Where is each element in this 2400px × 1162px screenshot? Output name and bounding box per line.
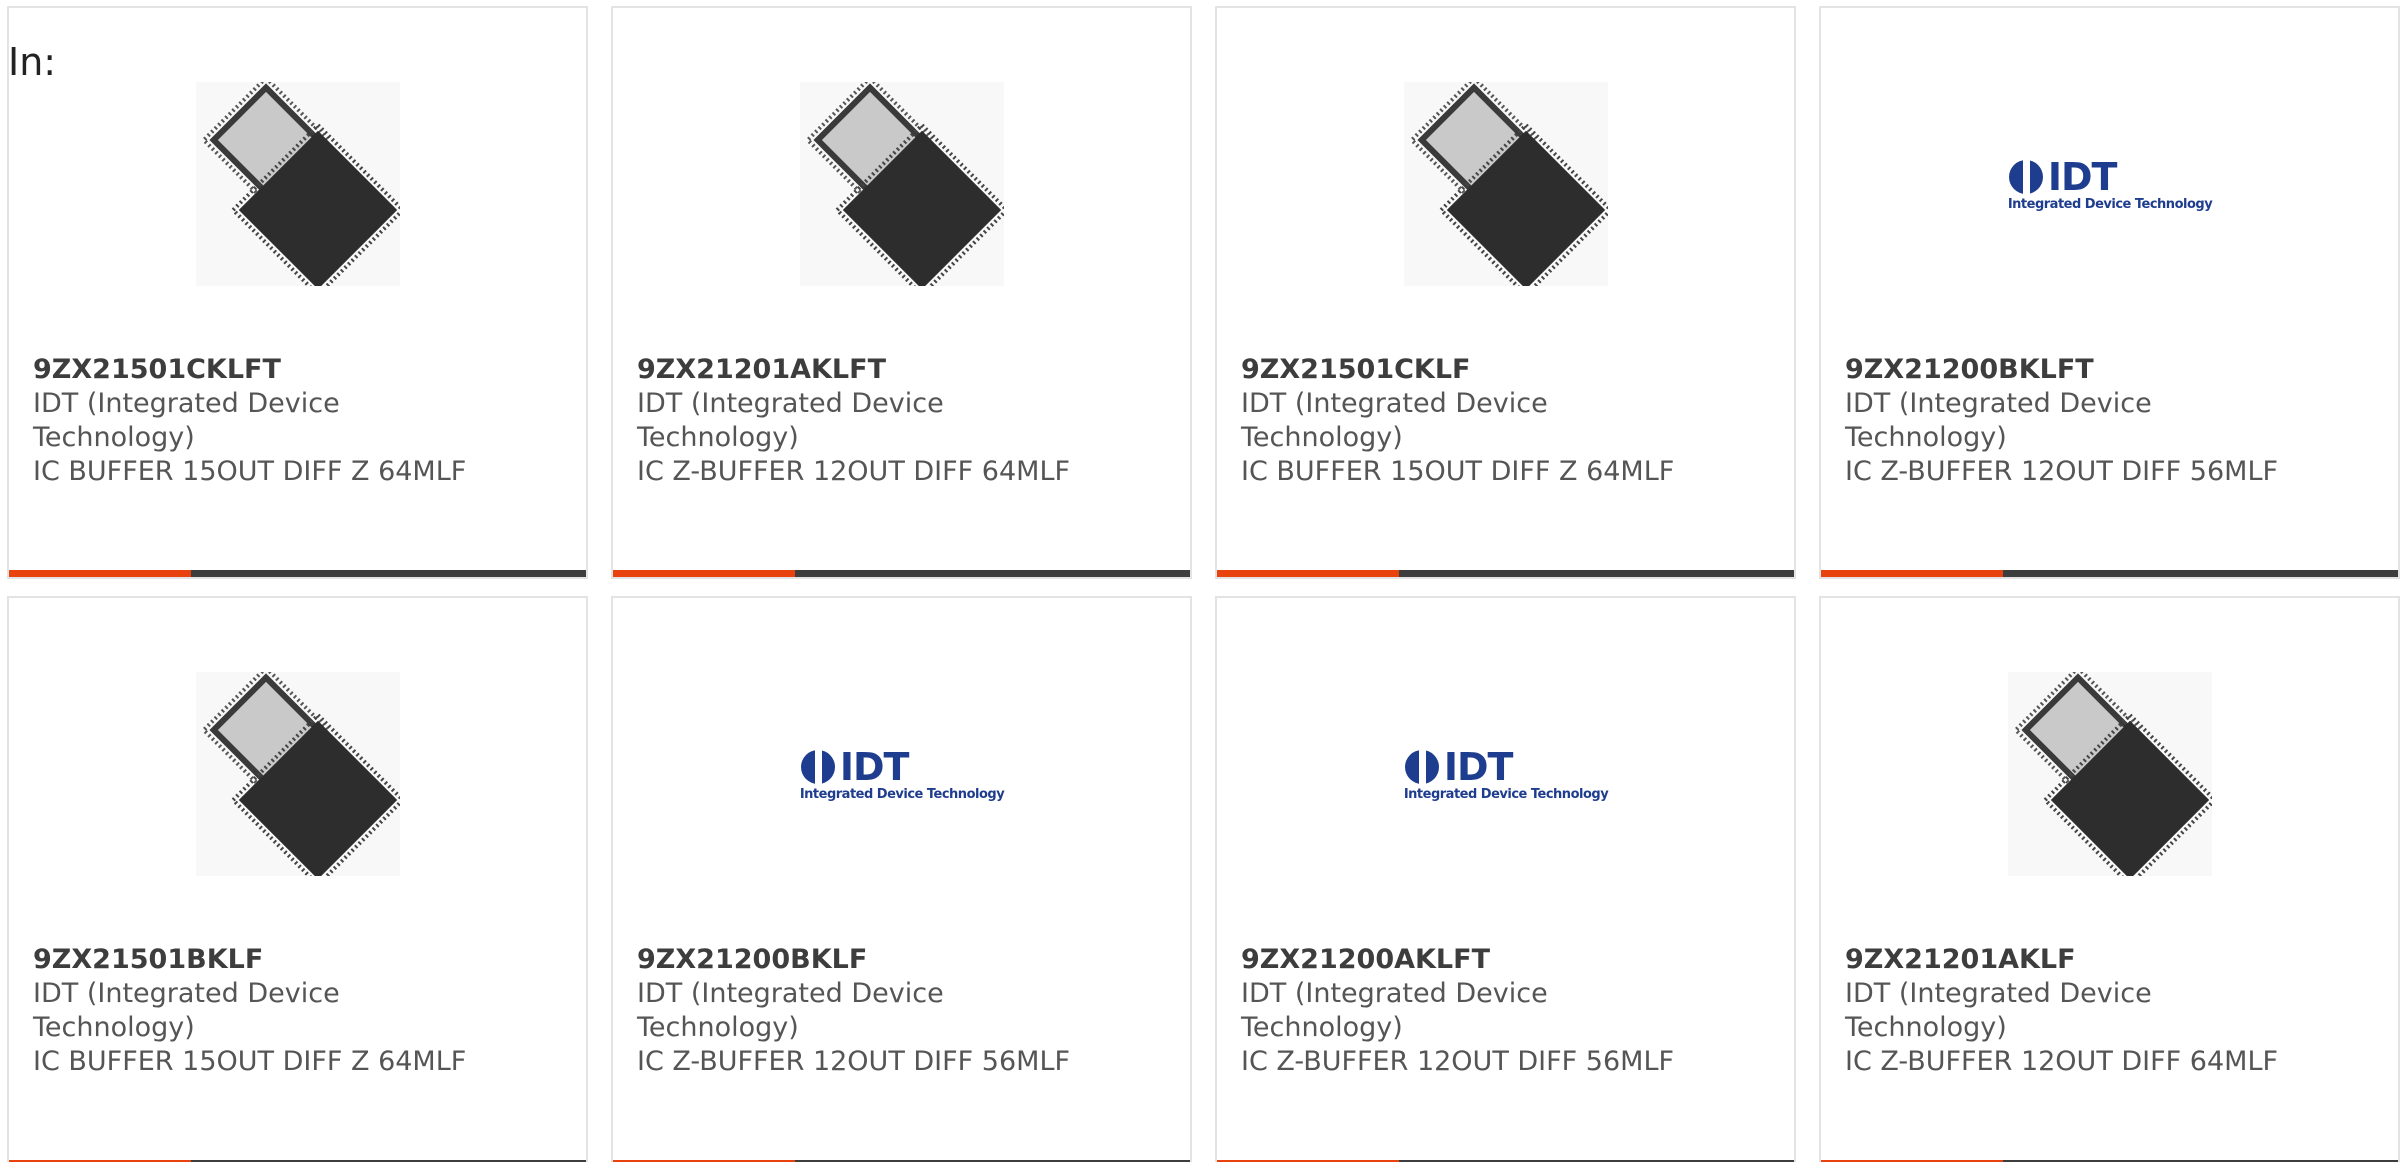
description: IC Z-BUFFER 12OUT DIFF 56MLF xyxy=(637,1046,1071,1077)
idt-logo: IDT Integrated Device Technology xyxy=(799,672,1005,876)
part-number[interactable]: 9ZX21200BKLFT xyxy=(1845,353,2374,387)
product-card[interactable]: 9ZX21501BKLF IDT (Integrated Device Tech… xyxy=(7,596,588,1162)
card-bottom-bar xyxy=(1217,570,1794,577)
logo-wordmark: IDT xyxy=(1443,744,1514,789)
part-number[interactable]: 9ZX21200AKLFT xyxy=(1241,943,1770,977)
manufacturer: IDT (Integrated Device Technology) xyxy=(637,978,944,1043)
logo-tagline: Integrated Device Technology xyxy=(1403,786,1609,802)
idt-emblem-icon xyxy=(1404,748,1439,785)
part-number[interactable]: 9ZX21201AKLFT xyxy=(637,353,1166,387)
product-card[interactable]: 9ZX21501CKLF IDT (Integrated Device Tech… xyxy=(1215,6,1796,579)
card-accent xyxy=(1217,570,1399,577)
manufacturer: IDT (Integrated Device Technology) xyxy=(1845,978,2152,1043)
page: 9ZX21501CKLFT IDT (Integrated Device Tec… xyxy=(0,0,2400,1162)
idt-emblem-icon xyxy=(2008,158,2043,195)
chip-image xyxy=(1404,82,1608,286)
description: IC BUFFER 15OUT DIFF Z 64MLF xyxy=(33,456,467,487)
part-number[interactable]: 9ZX21200BKLF xyxy=(637,943,1166,977)
manufacturer: IDT (Integrated Device Technology) xyxy=(33,978,340,1043)
logo-wordmark: IDT xyxy=(839,744,910,789)
filter-label: In: xyxy=(8,40,57,84)
chip-image xyxy=(2008,672,2212,876)
product-grid: 9ZX21501CKLFT IDT (Integrated Device Tec… xyxy=(0,0,2400,1162)
product-card[interactable]: IDT Integrated Device Technology 9ZX2120… xyxy=(1819,6,2400,579)
logo-tagline: Integrated Device Technology xyxy=(799,786,1005,802)
product-card[interactable]: 9ZX21501CKLFT IDT (Integrated Device Tec… xyxy=(7,6,588,579)
description: IC BUFFER 15OUT DIFF Z 64MLF xyxy=(33,1046,467,1077)
idt-logo-mark: IDT Integrated Device Technology xyxy=(2007,154,2213,212)
part-number[interactable]: 9ZX21501CKLFT xyxy=(33,353,562,387)
description: IC BUFFER 15OUT DIFF Z 64MLF xyxy=(1241,456,1675,487)
manufacturer: IDT (Integrated Device Technology) xyxy=(33,388,340,453)
logo-tagline: Integrated Device Technology xyxy=(2007,196,2213,212)
description: IC Z-BUFFER 12OUT DIFF 56MLF xyxy=(1241,1046,1675,1077)
description: IC Z-BUFFER 12OUT DIFF 64MLF xyxy=(1845,1046,2279,1077)
product-card[interactable]: 9ZX21201AKLFT IDT (Integrated Device Tec… xyxy=(611,6,1192,579)
part-number[interactable]: 9ZX21501BKLF xyxy=(33,943,562,977)
logo-wordmark: IDT xyxy=(2047,154,2118,199)
part-number[interactable]: 9ZX21201AKLF xyxy=(1845,943,2374,977)
part-number[interactable]: 9ZX21501CKLF xyxy=(1241,353,1770,387)
product-card[interactable]: IDT Integrated Device Technology 9ZX2120… xyxy=(611,596,1192,1162)
manufacturer: IDT (Integrated Device Technology) xyxy=(637,388,944,453)
idt-logo-mark: IDT Integrated Device Technology xyxy=(799,744,1005,802)
card-accent xyxy=(9,570,191,577)
idt-logo-mark: IDT Integrated Device Technology xyxy=(1403,744,1609,802)
chip-image xyxy=(800,82,1004,286)
idt-logo: IDT Integrated Device Technology xyxy=(2007,82,2213,286)
card-bottom-bar xyxy=(613,570,1190,577)
chip-image xyxy=(196,82,400,286)
idt-emblem-icon xyxy=(800,748,835,785)
card-accent xyxy=(613,570,795,577)
product-card[interactable]: IDT Integrated Device Technology 9ZX2120… xyxy=(1215,596,1796,1162)
description: IC Z-BUFFER 12OUT DIFF 64MLF xyxy=(637,456,1071,487)
description: IC Z-BUFFER 12OUT DIFF 56MLF xyxy=(1845,456,2279,487)
card-bottom-bar xyxy=(1821,570,2398,577)
idt-logo: IDT Integrated Device Technology xyxy=(1403,672,1609,876)
card-accent xyxy=(1821,570,2003,577)
manufacturer: IDT (Integrated Device Technology) xyxy=(1241,388,1548,453)
chip-image xyxy=(196,672,400,876)
card-bottom-bar xyxy=(9,570,586,577)
product-card[interactable]: 9ZX21201AKLF IDT (Integrated Device Tech… xyxy=(1819,596,2400,1162)
manufacturer: IDT (Integrated Device Technology) xyxy=(1845,388,2152,453)
manufacturer: IDT (Integrated Device Technology) xyxy=(1241,978,1548,1043)
